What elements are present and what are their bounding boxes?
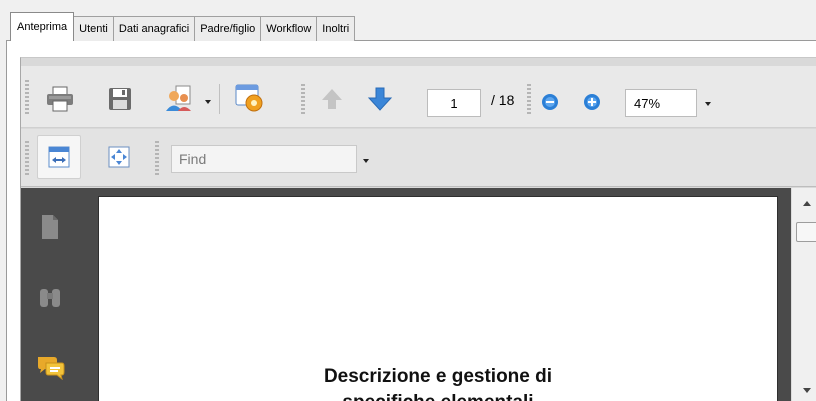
- tab-inoltri[interactable]: Inoltri: [316, 16, 356, 41]
- zoom-in-button[interactable]: [581, 91, 603, 113]
- fit-width-icon: [48, 146, 70, 168]
- toolbar-grip[interactable]: [527, 84, 531, 114]
- document-area: Descrizione e gestione di specifiche ele…: [94, 188, 791, 401]
- zoom-dropdown-caret[interactable]: [705, 102, 711, 106]
- scrollbar-thumb[interactable]: [796, 222, 816, 242]
- fit-page-button[interactable]: [105, 143, 133, 171]
- zoom-in-icon: [584, 94, 600, 110]
- tab-dati-anagrafici[interactable]: Dati anagrafici: [112, 16, 196, 41]
- zoom-out-button[interactable]: [539, 91, 561, 113]
- users-button[interactable]: [163, 84, 195, 114]
- total-pages-label: / 18: [491, 92, 515, 108]
- settings-button[interactable]: [233, 82, 267, 114]
- zoom-level-input[interactable]: 47%: [625, 89, 697, 117]
- document-page: Descrizione e gestione di specifiche ele…: [98, 196, 778, 401]
- previous-page-button[interactable]: [317, 84, 347, 114]
- document-heading-line1: Descrizione e gestione di: [323, 366, 553, 387]
- users-icon: [166, 85, 191, 111]
- comments-icon: [38, 357, 65, 380]
- scroll-up-icon[interactable]: [802, 200, 812, 208]
- secondary-toolbar: Find: [21, 129, 816, 187]
- binoculars-icon: [40, 289, 60, 307]
- toolbar-grip[interactable]: [25, 80, 29, 114]
- arrow-up-icon: [322, 89, 342, 109]
- find-input[interactable]: Find: [171, 145, 357, 173]
- fit-width-button[interactable]: [37, 135, 81, 179]
- users-dropdown-caret[interactable]: [205, 100, 211, 104]
- comments-panel-button[interactable]: [35, 352, 67, 382]
- pages-icon: [42, 215, 58, 239]
- save-icon: [109, 88, 131, 110]
- tab-workflow[interactable]: Workflow: [260, 16, 318, 41]
- vertical-scrollbar[interactable]: [791, 188, 816, 401]
- toolbar-grip[interactable]: [25, 141, 29, 175]
- document-heading-line2: specifiche elementali: [99, 392, 777, 401]
- search-panel-button[interactable]: [35, 282, 65, 312]
- pdf-viewer: 1 / 18 47% Find Descrizione e gestione d…: [20, 57, 816, 401]
- main-toolbar: 1 / 18 47%: [21, 66, 816, 128]
- save-button[interactable]: [105, 84, 135, 114]
- toolbar-grip[interactable]: [301, 84, 305, 114]
- side-panel: [21, 188, 94, 401]
- toolbar-grip[interactable]: [155, 141, 159, 175]
- fit-page-icon: [108, 146, 130, 168]
- tab-anteprima[interactable]: Anteprima: [10, 12, 75, 41]
- zoom-out-icon: [542, 94, 558, 110]
- find-dropdown-caret[interactable]: [363, 159, 369, 163]
- print-icon: [47, 86, 73, 112]
- print-button[interactable]: [43, 84, 77, 114]
- tab-utenti[interactable]: Utenti: [73, 16, 114, 41]
- arrow-down-icon: [367, 87, 393, 111]
- pages-panel-button[interactable]: [35, 212, 65, 242]
- settings-icon: [235, 84, 263, 112]
- next-page-button[interactable]: [365, 84, 395, 114]
- toolbar-separator: [219, 84, 220, 114]
- tab-strip: Anteprima Utenti Dati anagrafici Padre/f…: [10, 11, 356, 41]
- tab-padre-figlio[interactable]: Padre/figlio: [194, 16, 262, 41]
- current-page-input[interactable]: 1: [427, 89, 481, 117]
- scroll-down-icon[interactable]: [802, 386, 812, 394]
